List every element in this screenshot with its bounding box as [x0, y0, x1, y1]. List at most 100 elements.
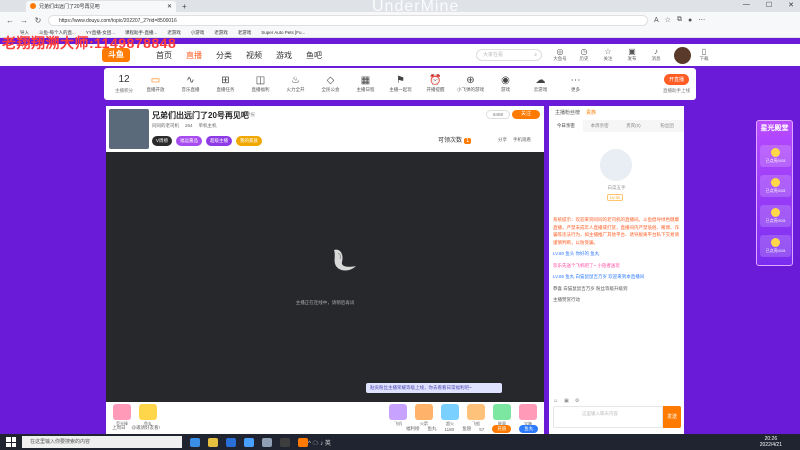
chat-message[interactable]: 主播赞赏行动 [553, 296, 680, 304]
bookmark-item[interactable]: 小游戏 [191, 30, 205, 36]
room-tag[interactable]: 超级主播 [206, 136, 233, 146]
task-claim-button[interactable]: 可领次数 1 [438, 135, 472, 144]
invite-link[interactable]: @邀请好友看! [132, 425, 160, 431]
category-item[interactable]: ☁ 云游戏 [523, 75, 558, 93]
category-item[interactable]: ⊕ 小飞弹的游戏 [453, 75, 488, 93]
promo-item[interactable]: 已点亮0/15 [760, 145, 791, 167]
menu-icon[interactable]: ⋯ [698, 16, 705, 24]
room-tag[interactable]: V周榜 [152, 136, 173, 146]
url-field[interactable]: https://www.douyu.com/topic/202207_2?rid… [48, 14, 648, 26]
phone-watch-button[interactable]: 手机观看 [513, 137, 531, 143]
header-icon-follow[interactable]: ☆ 关注 [600, 47, 616, 62]
system-tray-icons[interactable]: ^ ☁ ♪ 英 [308, 438, 331, 447]
chat-input[interactable]: 这里输入聊天内容 [553, 406, 663, 428]
category-item[interactable]: ⊞ 直播任务 [208, 75, 243, 93]
promo-sidebar[interactable]: 星光殿堂 已点亮0/15 已点亮0/15 已点亮0/15 已点亮0/15 [756, 120, 793, 266]
search-icon[interactable]: ⌕ [534, 50, 537, 60]
steam-icon[interactable] [262, 437, 272, 447]
close-tab-icon[interactable]: ✕ [167, 3, 172, 10]
last-week-link[interactable]: 上周日 [112, 425, 126, 431]
search-input[interactable]: 大家在看 ⌕ [476, 49, 542, 61]
video-player[interactable]: 主播正在连线中，请稍后再试 贴贡粉丝主播荣耀等级上线，你去看看日常福利吧~ [106, 152, 544, 402]
chat-message[interactable]: LV.80 鱼头 你好的 鱼丸 [553, 250, 680, 258]
windows-start-icon[interactable] [6, 437, 16, 447]
anchor-avatar[interactable] [109, 109, 149, 149]
go-live-button[interactable]: 开直播 [663, 74, 689, 85]
browser-tab[interactable]: 兄弟们出远门了20号再见吧 ✕ [26, 0, 176, 12]
refresh-icon[interactable]: ↻ [34, 16, 42, 25]
obs-icon[interactable] [280, 437, 290, 447]
bookmark-item[interactable]: 老游戏 [214, 30, 228, 36]
nav-live[interactable]: 直播 [186, 50, 202, 61]
category-item[interactable]: ◇ 全民公会 [313, 75, 348, 93]
forward-icon[interactable]: → [20, 16, 28, 25]
gift-item[interactable]: 飞船 [466, 404, 486, 427]
nav-yuba[interactable]: 鱼吧 [306, 50, 322, 61]
anchor-name[interactable]: 同同的老司机 [152, 123, 179, 129]
gift-item[interactable]: 超火 [440, 404, 460, 427]
profile-icon[interactable]: ● [688, 17, 692, 24]
chat-message[interactable]: LV.85 鱼丸 白猫鼠鼠吉万岁 欢迎来到本直播间 [553, 273, 680, 281]
collections-icon[interactable]: ⧉ [677, 16, 682, 24]
app-icon[interactable] [298, 437, 308, 447]
minimize-icon[interactable]: — [743, 1, 750, 9]
tab-vip[interactable]: 贵宾(0) [616, 120, 651, 132]
promo-item[interactable]: 已点亮0/15 [760, 205, 791, 227]
anchor-points[interactable]: 12 主播积分 [110, 74, 138, 94]
chat-message[interactable]: 恭喜 白猫鼠鼠吉万岁 粉丝等级升级到 [553, 285, 680, 293]
taskview-icon[interactable] [190, 437, 200, 447]
nav-category[interactable]: 分类 [216, 50, 232, 61]
category-item[interactable]: ◫ 直播福利 [243, 75, 278, 93]
chat-message[interactable]: 欢乐先送个飞机吧了~ 小陪者送玩 [553, 262, 680, 270]
settings-icon[interactable]: ⚙ [575, 398, 579, 404]
notice-bar[interactable]: 贴贡粉丝主播荣耀等级上线，你去看看日常福利吧~ [366, 383, 502, 393]
category-item[interactable]: ▦ 主播日程 [348, 75, 383, 93]
nav-video[interactable]: 视频 [246, 50, 262, 61]
promo-item[interactable]: 已点亮0/15 [760, 235, 791, 257]
follow-button[interactable]: 关注 [512, 110, 540, 119]
category-item[interactable]: ⏰ 开播提醒 [418, 75, 453, 93]
nav-games[interactable]: 游戏 [276, 50, 292, 61]
tab-week[interactable]: 本周亲密 [582, 120, 617, 132]
bookmark-item[interactable]: 老游戏 [238, 30, 252, 36]
taskbar-search[interactable]: 在这里输入你要搜索的内容 [22, 436, 182, 448]
new-tab-button[interactable]: + [182, 2, 187, 11]
category-item[interactable]: ▭ 直播开放 [138, 75, 173, 93]
close-window-icon[interactable]: ✕ [788, 1, 794, 9]
header-icon-message[interactable]: ♪ 消息 [648, 47, 664, 62]
room-tag[interactable]: 我的家族 [236, 136, 263, 146]
room-tag[interactable]: 福运嘉品 [176, 136, 203, 146]
promo-item[interactable]: 已点亮0/15 [760, 175, 791, 197]
emoji-icon[interactable]: ☺ [553, 398, 558, 404]
image-icon[interactable]: ▣ [564, 398, 569, 404]
send-button[interactable]: 发送 [663, 406, 681, 428]
report-link[interactable]: 举报 [246, 112, 255, 118]
gift-item[interactable]: 能量 [492, 404, 512, 427]
header-icon-dayu[interactable]: ◎ 大鱼号 [552, 47, 568, 62]
tab-today[interactable]: 今日亲密 [549, 120, 583, 132]
header-icon-download[interactable]: ▯ 下载 [696, 47, 712, 62]
category-item[interactable]: ◉ 游戏 [488, 75, 523, 93]
gift-item[interactable]: 飞机 [388, 404, 408, 427]
category-item[interactable]: ⋯ 更多 [558, 75, 593, 93]
header-icon-publish[interactable]: ▣ 发布 [624, 47, 640, 62]
user-avatar[interactable] [674, 47, 691, 64]
fans-rank-tab[interactable]: 主播粉丝榜 [555, 109, 580, 116]
category-item[interactable]: ♨ 火力全开 [278, 75, 313, 93]
category-item[interactable]: ⚑ 主播一起玩 [383, 75, 418, 93]
noble-tab[interactable]: 贵族 [586, 109, 596, 116]
tab-fanclub[interactable]: 粉丝团 [650, 120, 684, 132]
gift-item[interactable]: 火箭 [414, 404, 434, 427]
share-button[interactable]: 分享 [498, 137, 507, 143]
fishball-button[interactable]: 鱼丸 [519, 425, 539, 433]
maximize-icon[interactable]: ☐ [766, 1, 772, 9]
gift-item[interactable]: 鱼丸 [138, 404, 158, 427]
back-icon[interactable]: ← [6, 16, 14, 25]
clock[interactable]: 20:26 2022/4/21 [760, 436, 782, 448]
favorite-icon[interactable]: ☆ [665, 16, 671, 24]
gift-item[interactable]: 荧光棒 [112, 404, 132, 427]
gift-item[interactable]: 宝箱 [518, 404, 538, 427]
header-icon-history[interactable]: ◷ 历史 [576, 47, 592, 62]
welfare-rank[interactable]: 福利榜 [406, 426, 420, 432]
room-category[interactable]: 单机主机 [199, 123, 217, 129]
